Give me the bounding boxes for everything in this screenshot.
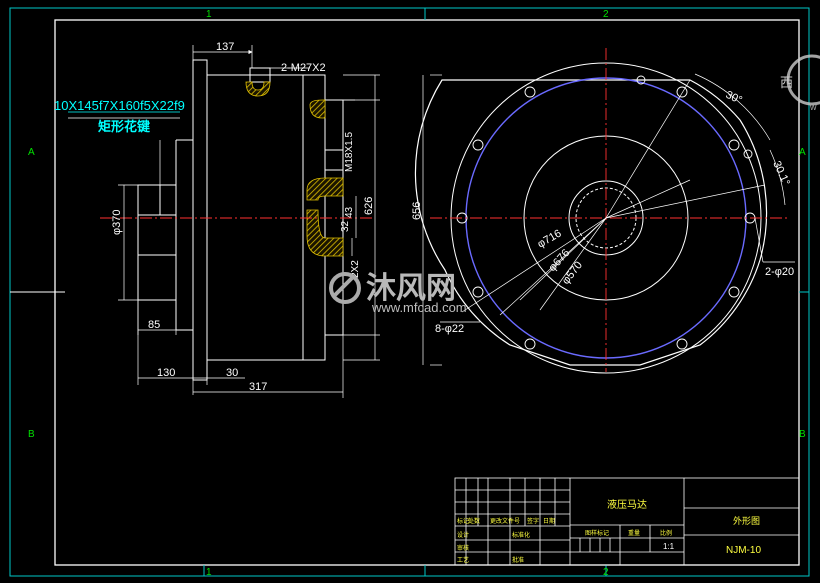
tb-row-design: 设计 [457, 531, 469, 539]
dim-phi716: φ716 [536, 227, 564, 250]
section-hatching [245, 81, 344, 257]
watermark-logo-icon [329, 272, 361, 304]
title-part-name: 液压马达 [607, 498, 647, 511]
tb-row-review: 审核 [457, 544, 469, 552]
dim-43: 43 [344, 206, 355, 218]
grid-col-top-2: 2 [603, 9, 609, 20]
dim-656: 656 [411, 202, 423, 220]
title-block-labels: 标记 处数 更改文件号 签字 日期 设计 审核 工艺 标准化 批准 图样标记 重… [457, 517, 672, 564]
dim-30: 30 [226, 367, 238, 379]
front-view-dimension-lines [422, 73, 795, 366]
corner-watermark-badge: 西 w [780, 54, 820, 112]
dim-626: 626 [363, 197, 375, 215]
dim-85: 85 [148, 319, 160, 331]
grid-row-right-a: A [799, 147, 806, 158]
angle-30: 30° [724, 89, 744, 107]
thread-mid-label: M18X1.5 [344, 132, 355, 172]
title-drawing-number: NJM-10 [726, 545, 761, 556]
title-drawing-kind: 外形图 [733, 515, 760, 526]
angle-30-1: 30.1° [770, 159, 792, 187]
grid-col-bottom-2: 2 [603, 567, 609, 578]
dim-phi370: φ370 [111, 210, 123, 236]
grid-row-left-b: B [28, 429, 35, 440]
spline-type-note: 矩形花键 [97, 119, 150, 134]
grid-col-bottom-1: 1 [206, 567, 212, 578]
spline-spec-note: 10X145f7X160f5X22f9 [54, 98, 185, 113]
tb-col-date: 日期 [543, 517, 555, 525]
tb-col-count: 处数 [468, 517, 480, 525]
corner-watermark-char-2: w [809, 102, 817, 112]
tb-weight: 重量 [628, 529, 640, 537]
thread-top-label: 2-M27X2 [281, 62, 326, 74]
holes-2-phi20: 2-φ20 [765, 266, 794, 278]
grid-col-top-1: 1 [206, 9, 212, 20]
dim-317: 317 [249, 381, 267, 393]
tb-scale-label: 比例 [660, 529, 672, 537]
watermark-url: www.mfcad.com [371, 300, 467, 315]
cad-drawing-canvas: 1 2 1 2 A B A B 10X145f7X160f5X22f9 矩形花键… [9, 7, 820, 578]
tb-col-change: 更改文件号 [490, 517, 520, 525]
title-scale: 1:1 [663, 542, 675, 551]
dim-32: 32 [340, 220, 351, 232]
corner-watermark-char: 西 [780, 75, 793, 90]
dim-130: 130 [157, 367, 175, 379]
grid-row-left-a: A [28, 147, 35, 158]
tb-stage-mark: 图样标记 [585, 529, 609, 537]
tb-standardize: 标准化 [512, 531, 530, 539]
dim-137: 137 [216, 41, 234, 53]
holes-8-phi22: 8-φ22 [435, 323, 464, 335]
tb-row-process: 工艺 [457, 556, 469, 564]
grid-row-right-b: B [799, 429, 806, 440]
tb-col-sign: 签字 [527, 517, 539, 525]
tb-approve: 批准 [512, 556, 524, 564]
